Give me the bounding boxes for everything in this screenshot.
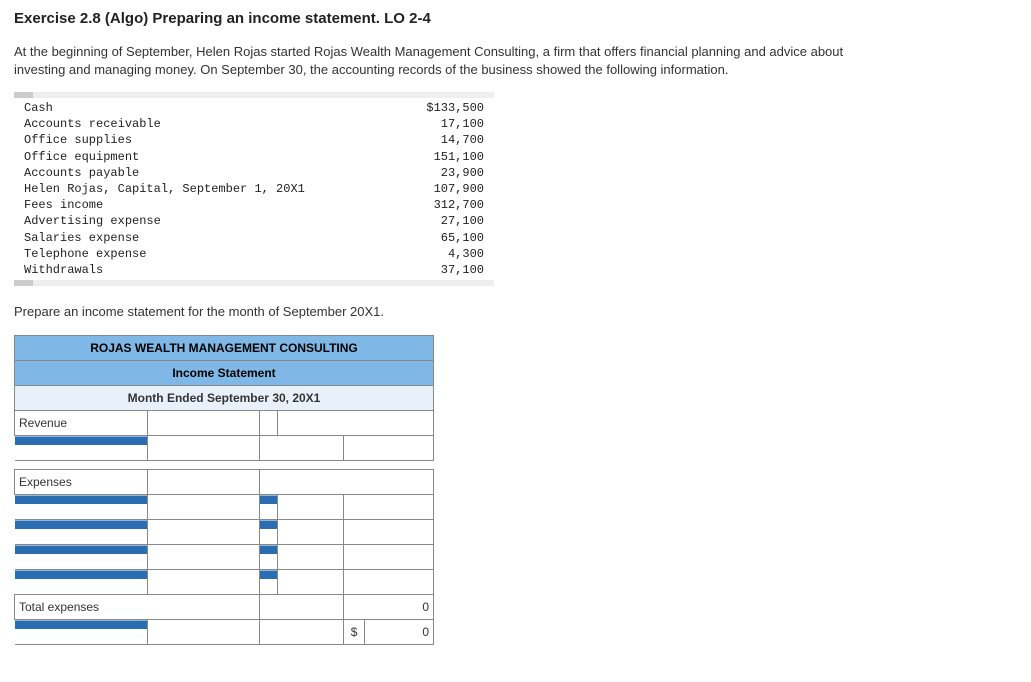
account-label: Fees income <box>14 197 103 213</box>
row-marker <box>15 545 148 570</box>
expense-item-2[interactable] <box>147 520 259 545</box>
account-row: Telephone expense 4,300 <box>14 246 494 262</box>
account-data-block: Cash$133,500Accounts receivable17,100Off… <box>14 92 494 286</box>
account-label: Office equipment <box>14 149 139 165</box>
account-row: Accounts receivable 17,100 <box>14 116 494 132</box>
revenue-col2[interactable] <box>277 411 433 436</box>
income-statement-worksheet: ROJAS WEALTH MANAGEMENT CONSULTING Incom… <box>14 335 434 645</box>
row-marker <box>260 520 278 545</box>
total-expenses-value: 0 <box>344 595 434 620</box>
expense-amt-1a[interactable] <box>277 495 344 520</box>
account-row: Office equipment 151,100 <box>14 149 494 165</box>
expense-amt-2b[interactable] <box>344 520 434 545</box>
expense-amt-3b[interactable] <box>344 545 434 570</box>
account-label: Office supplies <box>14 132 132 148</box>
net-col1[interactable] <box>260 620 344 645</box>
row-marker <box>15 520 148 545</box>
revenue-amount-2[interactable] <box>344 436 434 461</box>
expense-amt-4b[interactable] <box>344 570 434 595</box>
account-row: Advertising expense 27,100 <box>14 213 494 229</box>
account-label: Accounts payable <box>14 165 139 181</box>
account-value: 17,100 <box>441 116 494 132</box>
revenue-amount-1[interactable] <box>260 436 344 461</box>
row-marker <box>15 620 148 645</box>
revenue-item-input[interactable] <box>147 436 259 461</box>
ws-title: Income Statement <box>15 361 434 386</box>
account-value: 14,700 <box>441 132 494 148</box>
account-row: Office supplies 14,700 <box>14 132 494 148</box>
net-label-input[interactable] <box>147 620 259 645</box>
row-marker <box>260 570 278 595</box>
account-value: 312,700 <box>434 197 494 213</box>
account-label: Advertising expense <box>14 213 161 229</box>
intro-text: At the beginning of September, Helen Roj… <box>14 43 894 78</box>
account-label: Accounts receivable <box>14 116 161 132</box>
net-dollar: $ <box>344 620 364 645</box>
ws-company: ROJAS WEALTH MANAGEMENT CONSULTING <box>15 336 434 361</box>
expense-item-4[interactable] <box>147 570 259 595</box>
account-value: 37,100 <box>441 262 494 278</box>
account-label: Salaries expense <box>14 230 139 246</box>
ws-period: Month Ended September 30, 20X1 <box>15 386 434 411</box>
account-label: Helen Rojas, Capital, September 1, 20X1 <box>14 181 305 197</box>
expenses-col1[interactable] <box>147 470 259 495</box>
account-label: Cash <box>14 100 53 116</box>
account-value: 23,900 <box>441 165 494 181</box>
account-value: 107,900 <box>434 181 494 197</box>
expense-amt-1b[interactable] <box>344 495 434 520</box>
row-marker <box>260 545 278 570</box>
row-marker <box>15 436 148 461</box>
account-row: Fees income 312,700 <box>14 197 494 213</box>
row-marker <box>15 570 148 595</box>
page-title: Exercise 2.8 (Algo) Preparing an income … <box>14 10 1017 27</box>
total-expenses-label: Total expenses <box>15 595 260 620</box>
total-expenses-col1[interactable] <box>260 595 344 620</box>
account-row: Withdrawals 37,100 <box>14 262 494 278</box>
row-marker <box>260 495 278 520</box>
account-value: 151,100 <box>434 149 494 165</box>
revenue-dollar[interactable] <box>260 411 278 436</box>
net-value: 0 <box>364 620 433 645</box>
account-value: $133,500 <box>426 100 494 116</box>
account-label: Withdrawals <box>14 262 103 278</box>
account-row: Helen Rojas, Capital, September 1, 20X1 1… <box>14 181 494 197</box>
revenue-col1[interactable] <box>147 411 259 436</box>
account-row: Cash $133,500 <box>14 100 494 116</box>
account-value: 4,300 <box>448 246 494 262</box>
expense-amt-4a[interactable] <box>277 570 344 595</box>
expense-amt-3a[interactable] <box>277 545 344 570</box>
expense-item-1[interactable] <box>147 495 259 520</box>
account-value: 27,100 <box>441 213 494 229</box>
expenses-label: Expenses <box>15 470 148 495</box>
account-row: Accounts payable 23,900 <box>14 165 494 181</box>
account-row: Salaries expense 65,100 <box>14 230 494 246</box>
account-value: 65,100 <box>441 230 494 246</box>
account-label: Telephone expense <box>14 246 146 262</box>
revenue-label: Revenue <box>15 411 148 436</box>
row-marker <box>15 495 148 520</box>
expense-amt-2a[interactable] <box>277 520 344 545</box>
expense-item-3[interactable] <box>147 545 259 570</box>
prepare-instruction: Prepare an income statement for the mont… <box>14 304 1017 319</box>
expenses-col2[interactable] <box>260 470 434 495</box>
